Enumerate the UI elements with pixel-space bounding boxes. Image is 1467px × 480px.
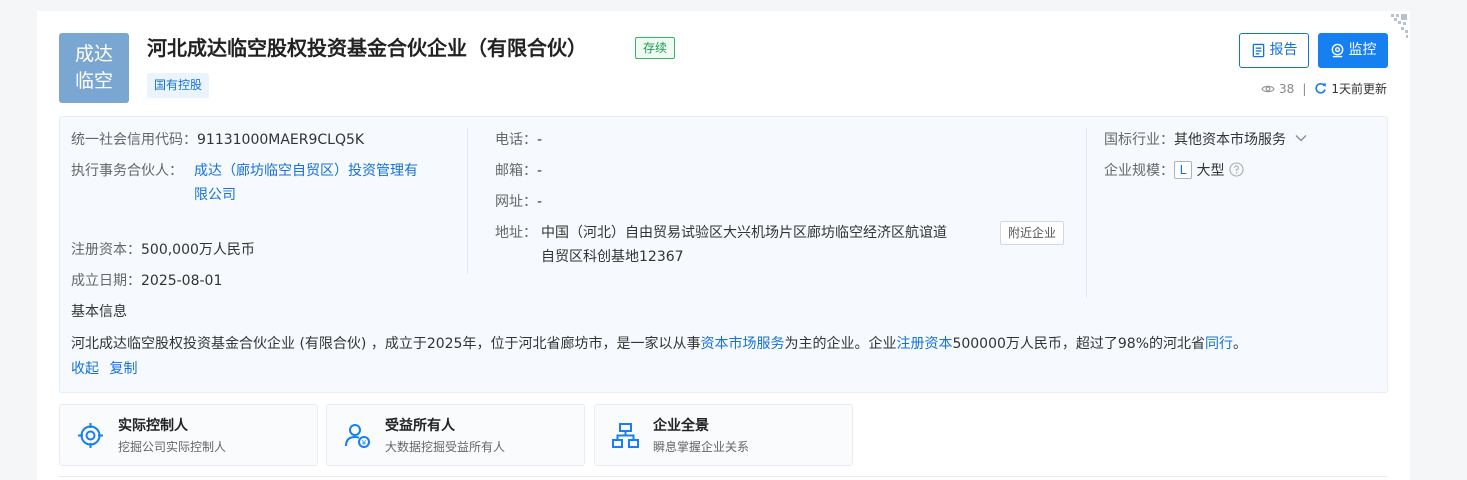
org-chart-icon (612, 423, 639, 448)
phone-label: 电话： (495, 132, 537, 148)
desc-part-1: 河北成达临空股权投资基金合伙企业 (有限合伙) ，成立于2025年，位于河北省廊… (71, 336, 701, 352)
feature-title: 企业全景 (653, 418, 709, 434)
report-button-label: 报告 (1269, 42, 1298, 58)
website-value: - (537, 194, 543, 210)
refresh-icon[interactable] (1314, 82, 1327, 95)
target-icon (78, 423, 103, 448)
svg-text:¥: ¥ (362, 439, 367, 447)
basic-info-title-text: 基本信息 (71, 304, 127, 320)
industry-label: 国标行业： (1104, 132, 1174, 148)
credit-code-row: 统一社会信用代码：91131000MAER9CLQ5K (71, 128, 364, 152)
beneficiary-icon: ¥ (345, 424, 370, 448)
monitor-button[interactable]: 监控 (1318, 33, 1388, 68)
date-value: 2025-08-01 (141, 273, 223, 289)
basic-info-title: 基本信息 (71, 300, 127, 324)
email-label: 邮箱： (495, 163, 537, 179)
partner-link-line2[interactable]: 限公司 (194, 183, 418, 207)
desc-capital-link[interactable]: 注册资本 (896, 336, 952, 352)
credit-code-value[interactable]: 91131000MAER9CLQ5K (197, 132, 364, 148)
partner-link-line1[interactable]: 成达（廊坊临空自贸区）投资管理有 (194, 159, 418, 183)
email-value: - (537, 163, 543, 179)
company-name: 河北成达临空股权投资基金合伙企业（有限合伙） (147, 36, 587, 60)
address-value: 中国（河北）自由贸易试验区大兴机场片区廊坊临空经济区航谊道 自贸区科创基地123… (541, 221, 947, 269)
eye-icon (1261, 85, 1275, 92)
capital-row: 注册资本：500,000万人民币 (71, 238, 255, 262)
report-button[interactable]: 报告 (1239, 33, 1309, 68)
collapse-link[interactable]: 收起 (71, 361, 99, 377)
monitor-icon (1331, 43, 1343, 58)
document-icon (1252, 43, 1264, 58)
status-badge: 存续 (635, 37, 676, 59)
desc-part-4: 。 (1233, 336, 1248, 352)
feature-subtitle: 大数据挖掘受益所有人 (385, 440, 506, 454)
feature-actual-controller[interactable]: 实际控制人 挖掘公司实际控制人 (59, 404, 318, 466)
logo-line-1: 成达 (74, 43, 113, 65)
scale-row: 企业规模： L 大型 (1104, 159, 1244, 183)
credit-code-label: 统一社会信用代码： (71, 132, 197, 148)
address-label: 地址： (495, 221, 537, 245)
company-description: 河北成达临空股权投资基金合伙企业 (有限合伙) ，成立于2025年，位于河北省廊… (71, 332, 1247, 356)
feature-panorama[interactable]: 企业全景 瞬息掌握企业关系 (594, 404, 853, 466)
capital-value: 500,000万人民币 (141, 242, 255, 258)
email-row: 邮箱：- (495, 159, 542, 183)
update-time: 1天前更新 (1331, 82, 1387, 96)
capital-label: 注册资本： (71, 242, 141, 258)
industry-row[interactable]: 国标行业：其他资本市场服务 (1104, 128, 1307, 152)
phone-value: - (537, 132, 543, 148)
scale-value: 大型 (1196, 163, 1225, 179)
phone-row: 电话：- (495, 128, 542, 152)
website-row: 网址：- (495, 190, 542, 214)
view-count: 38 (1279, 81, 1295, 96)
partner-link[interactable]: 成达（廊坊临空自贸区）投资管理有 限公司 (194, 159, 418, 207)
scale-badge: L (1174, 161, 1192, 179)
date-label: 成立日期： (71, 273, 141, 289)
feature-title: 受益所有人 (385, 418, 455, 434)
company-logo: 成达 临空 (59, 33, 129, 103)
desc-part-3: 500000万人民币，超过了98%的河北省 (952, 336, 1206, 352)
feature-subtitle: 挖掘公司实际控制人 (118, 440, 227, 454)
partner-label-text: 执行事务合伙人： (71, 163, 183, 179)
column-divider-1 (467, 128, 468, 274)
address-line-1: 中国（河北）自由贸易试验区大兴机场片区廊坊临空经济区航谊道 (541, 225, 947, 241)
monitor-button-label: 监控 (1348, 42, 1377, 58)
date-row: 成立日期：2025-08-01 (71, 269, 222, 293)
help-icon[interactable] (1229, 162, 1244, 177)
nearby-row: 附近企业 (1000, 221, 1065, 245)
ownership-tag[interactable]: 国有控股 (147, 73, 210, 98)
desc-peer-link[interactable]: 同行 (1205, 336, 1233, 352)
chevron-down-icon[interactable] (1295, 134, 1307, 142)
feature-subtitle: 瞬息掌握企业关系 (653, 440, 750, 454)
divider (59, 476, 1388, 477)
description-actions: 收起 复制 (71, 357, 137, 381)
column-divider-2 (1086, 128, 1087, 298)
copy-link[interactable]: 复制 (109, 361, 137, 377)
website-label: 网址： (495, 194, 537, 210)
address-line-2: 自贸区科创基地12367 (541, 249, 684, 265)
logo-line-2: 临空 (74, 70, 113, 92)
view-meta: 38 | 1天前更新 (1261, 80, 1387, 97)
scale-label: 企业规模： (1104, 163, 1174, 179)
address-label-text: 地址： (495, 225, 537, 241)
feature-title: 实际控制人 (118, 418, 188, 434)
feature-beneficiary[interactable]: ¥ 受益所有人 大数据挖掘受益所有人 (326, 404, 585, 466)
desc-part-2: 为主的企业。企业 (784, 336, 897, 352)
meta-divider: | (1302, 81, 1307, 96)
desc-industry-link[interactable]: 资本市场服务 (700, 336, 784, 352)
partner-label: 执行事务合伙人： (71, 159, 183, 183)
nearby-companies-button[interactable]: 附近企业 (1000, 221, 1065, 245)
industry-value[interactable]: 其他资本市场服务 (1174, 132, 1286, 148)
